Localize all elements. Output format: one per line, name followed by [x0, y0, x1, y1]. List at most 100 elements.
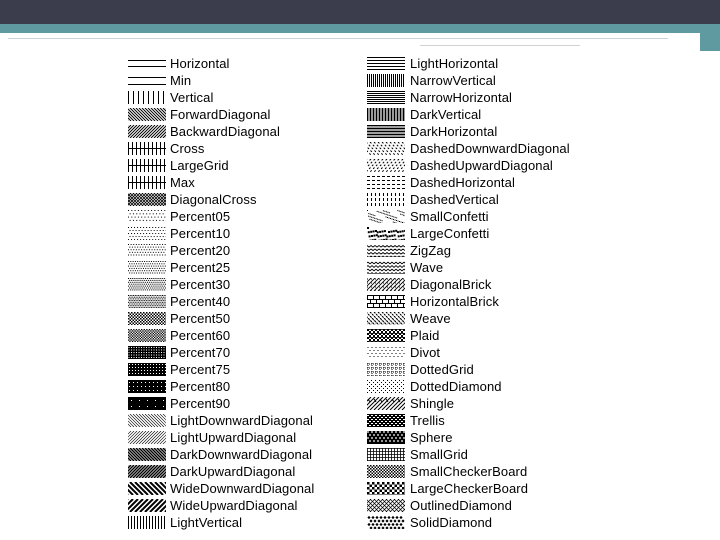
hatch-swatch-dots-90 — [128, 397, 166, 410]
hatch-swatch-dashed-bdiag — [367, 159, 405, 172]
hatch-swatch-confetti-large — [367, 227, 405, 240]
hatch-style-label: DashedUpwardDiagonal — [410, 158, 553, 173]
hatch-swatch-dots-25 — [128, 261, 166, 274]
hatch-swatch-vertical-dark — [367, 108, 405, 121]
hatch-swatch-vertical-light — [128, 516, 165, 529]
hatch-style-label: Percent05 — [170, 209, 231, 224]
hatch-style-label: DiagonalCross — [170, 192, 257, 207]
hatch-swatch-cross — [128, 159, 166, 172]
hatch-swatch-bdiag-dark — [128, 465, 166, 478]
hatch-style-label: WideDownwardDiagonal — [170, 481, 315, 496]
hatch-style-label: HorizontalBrick — [410, 294, 499, 309]
hatch-style-label: LightUpwardDiagonal — [170, 430, 297, 445]
hatch-style-label: Percent40 — [170, 294, 231, 309]
hatch-style-label: Wave — [410, 260, 444, 275]
hatch-style-label: Min — [170, 73, 192, 88]
hatch-swatch-outlineddiamond — [367, 499, 405, 512]
hatch-style-label: OutlinedDiamond — [410, 498, 512, 513]
hatch-swatch-sphere — [367, 431, 405, 444]
hatch-style-label: Percent75 — [170, 362, 231, 377]
hatch-swatch-dots-50 — [128, 312, 166, 325]
hatch-style-label: SmallGrid — [410, 447, 468, 462]
hatch-swatch-smallgrid — [367, 448, 405, 461]
hatch-swatch-bdiag-light — [128, 431, 166, 444]
hatch-style-label: LightHorizontal — [410, 56, 499, 71]
hatch-swatch-vertical-narrow — [367, 74, 404, 87]
hatch-swatch-plaid — [367, 329, 405, 342]
hatch-swatch-dots-40 — [128, 295, 166, 308]
hatch-swatch-dots-10 — [128, 227, 166, 240]
hatch-style-label: Weave — [410, 311, 451, 326]
hatch-style-label: DashedHorizontal — [410, 175, 515, 190]
hatch-style-label: LargeConfetti — [410, 226, 490, 241]
hatch-style-label: DarkHorizontal — [410, 124, 498, 139]
hatch-style-label: Trellis — [410, 413, 445, 428]
hatch-swatch-fdiag-light — [128, 414, 166, 427]
hatch-swatch-divot — [367, 347, 405, 357]
hatch-swatch-horizontal-dark — [367, 125, 405, 138]
hatch-swatch-cross — [128, 142, 166, 155]
hatch-swatch-bdiag — [128, 125, 166, 138]
hatch-swatch-dots-20 — [128, 244, 166, 256]
slide-accent-notch — [700, 33, 720, 51]
hatch-style-label: Percent80 — [170, 379, 231, 394]
hatch-style-label: Sphere — [410, 430, 453, 445]
hatch-style-label: LargeGrid — [170, 158, 229, 173]
hatch-style-label: SolidDiamond — [410, 515, 493, 530]
hatch-style-label: Percent90 — [170, 396, 231, 411]
hatch-style-label: Plaid — [410, 328, 440, 343]
hatch-swatch-dashed-vertical — [367, 193, 404, 206]
hatch-swatch-dashed-horizontal — [367, 176, 405, 189]
hatch-swatch-dotteddiamond — [367, 380, 404, 393]
hatch-style-label: Divot — [410, 345, 441, 360]
hatch-style-label: DarkUpwardDiagonal — [170, 464, 296, 479]
hatch-swatch-horizontal-light — [367, 57, 405, 70]
hatch-swatch-dots-60 — [128, 329, 166, 342]
hatch-style-label: Percent20 — [170, 243, 231, 258]
hatch-style-label: SmallCheckerBoard — [410, 464, 528, 479]
hatch-style-label: DarkDownwardDiagonal — [170, 447, 313, 462]
hatch-style-label: LightDownwardDiagonal — [170, 413, 314, 428]
hatch-swatch-wave — [367, 261, 405, 274]
hatch-style-label: LargeCheckerBoard — [410, 481, 529, 496]
hatch-swatch-dots-70 — [128, 346, 166, 359]
hatch-style-label: DottedDiamond — [410, 379, 502, 394]
hatch-swatch-soliddiamond — [367, 516, 405, 529]
hatch-style-label: Horizontal — [170, 56, 230, 71]
hatch-swatch-fdiag-wide — [128, 482, 166, 495]
hatch-swatch-smallchecker — [367, 465, 405, 478]
hatch-style-label: Max — [170, 175, 195, 190]
hatch-style-label: Percent50 — [170, 311, 231, 326]
hatch-style-label: SmallConfetti — [410, 209, 489, 224]
hatch-style-label: LightVertical — [170, 515, 243, 530]
hatch-swatch-diagcross — [128, 193, 166, 206]
hatch-style-label: ZigZag — [410, 243, 452, 258]
hatch-swatch-dottedgrid — [367, 363, 405, 376]
hatch-style-label: DottedGrid — [410, 362, 474, 377]
hatch-swatch-cross — [128, 176, 166, 189]
hatch-style-label: Percent10 — [170, 226, 231, 241]
hatch-swatch-shingle — [367, 397, 405, 410]
hatch-style-label: DashedVertical — [410, 192, 499, 207]
hatch-swatch-vertical — [128, 91, 164, 104]
hatch-swatch-dashed-fdiag — [367, 142, 405, 155]
hatch-style-label: NarrowHorizontal — [410, 90, 513, 105]
hatch-swatch-fdiag-dark — [128, 448, 166, 461]
hatch-style-label: ForwardDiagonal — [170, 107, 271, 122]
hatch-style-label: Percent30 — [170, 277, 231, 292]
hatch-style-label: Percent25 — [170, 260, 231, 275]
hatch-style-label: WideUpwardDiagonal — [170, 498, 298, 513]
hatch-swatch-zigzag — [367, 244, 405, 257]
slide-header-bar — [0, 0, 720, 24]
hatch-style-label: Shingle — [410, 396, 455, 411]
hatch-swatch-horizontal — [128, 60, 166, 67]
hatch-style-label: Vertical — [170, 90, 214, 105]
hatch-swatch-weave — [367, 312, 405, 325]
hatch-swatch-dots-30 — [128, 278, 166, 291]
hatch-swatch-dots-5 — [128, 210, 166, 221]
hatch-style-label: Cross — [170, 141, 205, 156]
hatch-style-label: Percent60 — [170, 328, 231, 343]
hatch-style-label: DashedDownwardDiagonal — [410, 141, 570, 156]
hatch-swatch-trellis — [367, 414, 405, 427]
header-rule-short — [420, 45, 580, 46]
